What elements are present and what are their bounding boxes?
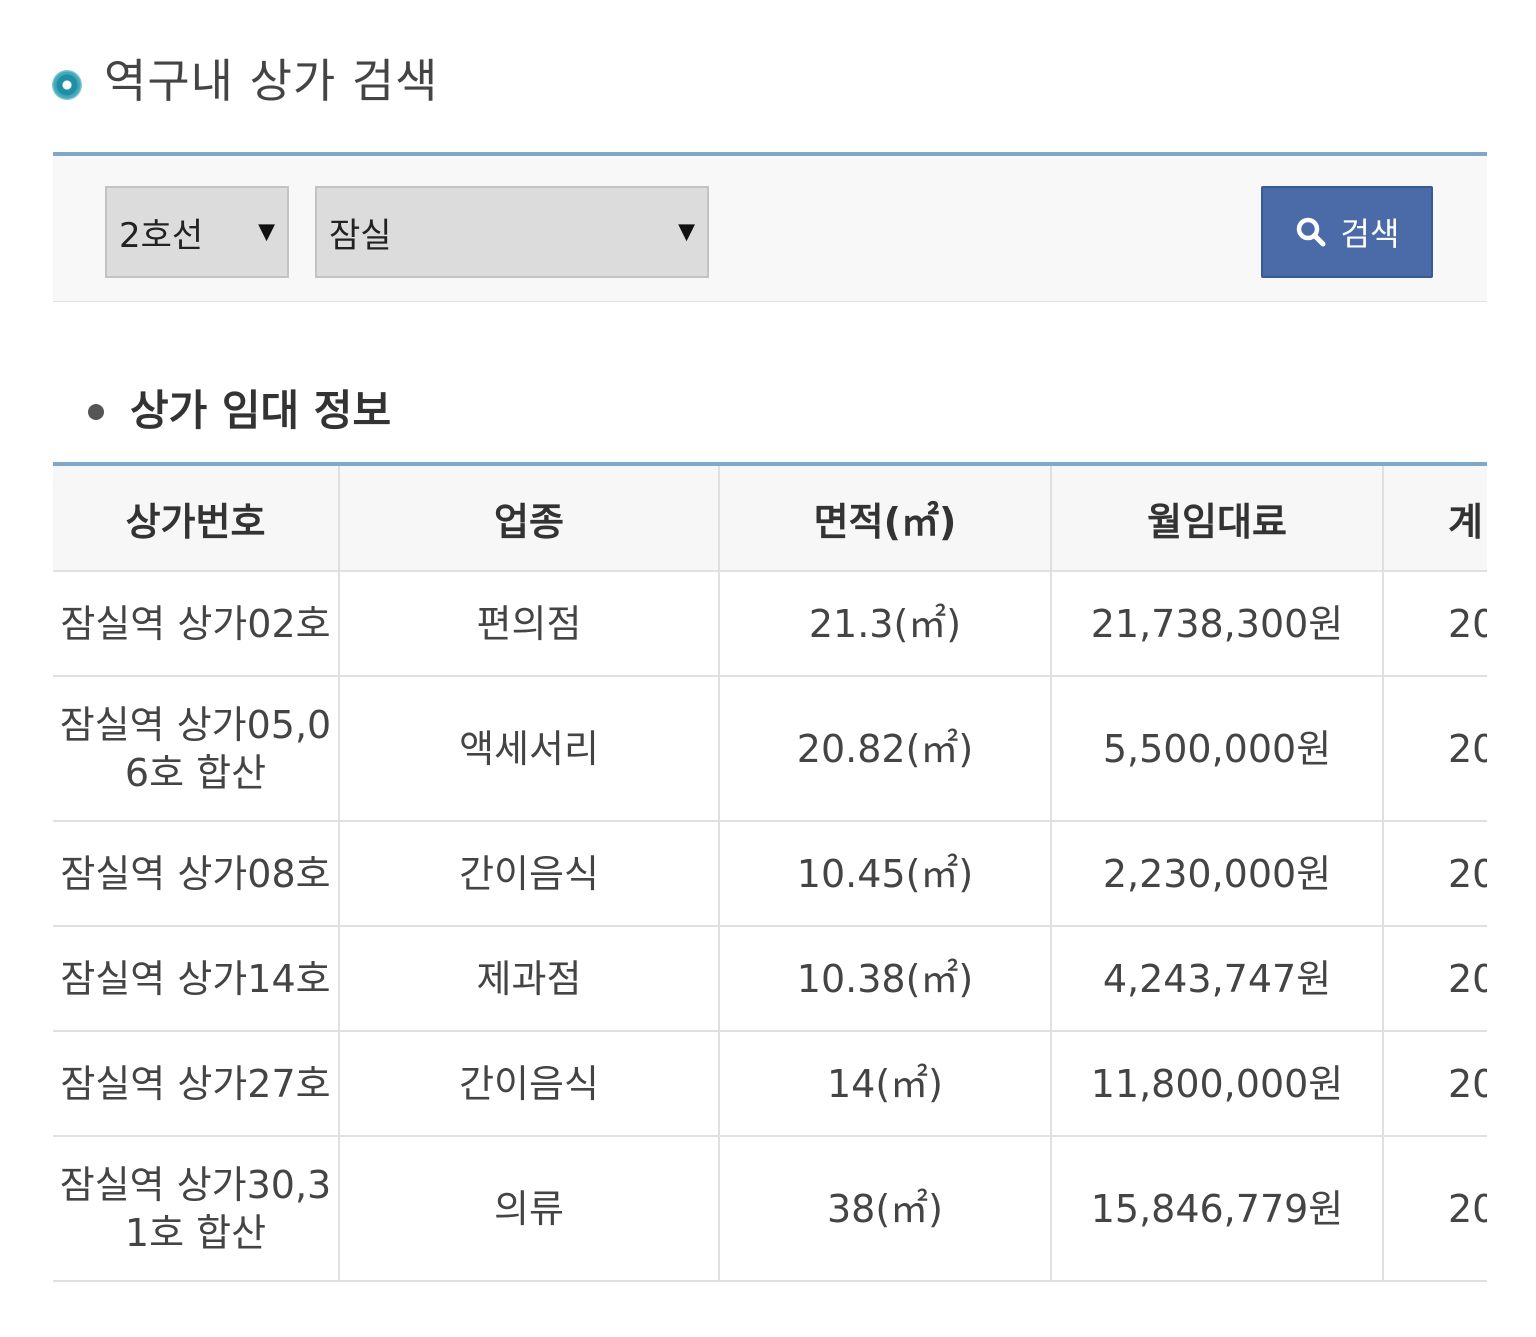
table-row: 잠실역 상가27호 간이음식 14(㎡) 11,800,000원 20	[53, 1031, 1487, 1137]
caret-down-icon: ▼	[678, 219, 695, 245]
table-header-row: 상가번호 업종 면적(㎡) 월임대료 계	[53, 464, 1487, 572]
search-icon	[1296, 217, 1326, 247]
column-header-area: 면적(㎡)	[719, 464, 1052, 572]
cell-area: 10.45(㎡)	[719, 821, 1052, 927]
search-button[interactable]: 검색	[1261, 186, 1433, 278]
ring-bullet-icon	[52, 70, 82, 100]
cell-area: 10.38(㎡)	[719, 926, 1052, 1032]
table-row: 잠실역 상가14호 제과점 10.38(㎡) 4,243,747원 20	[53, 926, 1487, 1032]
table-row: 잠실역 상가30,31호 합산 의류 38(㎡) 15,846,779원 20	[53, 1136, 1487, 1282]
line-select-value: 2호선	[119, 215, 204, 256]
table-row: 잠실역 상가08호 간이음식 10.45(㎡) 2,230,000원 20	[53, 821, 1487, 927]
lease-table-container: 상가번호 업종 면적(㎡) 월임대료 계 잠실역 상가02호 편의점 21.3(…	[53, 462, 1487, 1292]
cell-business-type: 간이음식	[339, 1031, 720, 1137]
cell-business-type: 액세서리	[339, 676, 720, 822]
search-panel: 2호선 ▼ 잠실 ▼ 검색	[53, 152, 1487, 302]
cell-area: 14(㎡)	[719, 1031, 1052, 1137]
cell-contract: 20	[1383, 1136, 1487, 1282]
cell-contract: 20	[1383, 1031, 1487, 1137]
cell-area: 38(㎡)	[719, 1136, 1052, 1282]
cell-shop-number: 잠실역 상가30,31호 합산	[53, 1136, 340, 1282]
cell-monthly-rent: 15,846,779원	[1051, 1136, 1384, 1282]
cell-shop-number: 잠실역 상가08호	[53, 821, 340, 927]
cell-monthly-rent: 5,500,000원	[1051, 676, 1384, 822]
cell-area: 20.82(㎡)	[719, 676, 1052, 822]
dot-bullet-icon	[88, 404, 104, 420]
station-select[interactable]: 잠실 ▼	[315, 186, 709, 278]
cell-shop-number: 잠실역 상가05,06호 합산	[53, 676, 340, 822]
column-header-monthly-rent: 월임대료	[1051, 464, 1384, 572]
cell-monthly-rent: 21,738,300원	[1051, 571, 1384, 677]
cell-business-type: 제과점	[339, 926, 720, 1032]
cell-contract: 20	[1383, 821, 1487, 927]
cell-area: 21.3(㎡)	[719, 571, 1052, 677]
cell-business-type: 편의점	[339, 571, 720, 677]
cell-contract: 20	[1383, 926, 1487, 1032]
cell-contract: 20	[1383, 571, 1487, 677]
cell-shop-number: 잠실역 상가14호	[53, 926, 340, 1032]
lease-section-heading: 상가 임대 정보	[88, 372, 391, 442]
search-section-heading: 역구내 상가 검색	[52, 48, 438, 108]
cell-contract: 20	[1383, 676, 1487, 822]
station-select-value: 잠실	[329, 215, 392, 256]
cell-monthly-rent: 2,230,000원	[1051, 821, 1384, 927]
search-section-title: 역구내 상가 검색	[104, 54, 439, 108]
column-header-shop-number: 상가번호	[53, 464, 340, 572]
search-button-label: 검색	[1340, 215, 1400, 253]
cell-shop-number: 잠실역 상가02호	[53, 571, 340, 677]
cell-monthly-rent: 4,243,747원	[1051, 926, 1384, 1032]
cell-business-type: 의류	[339, 1136, 720, 1282]
caret-down-icon: ▼	[258, 219, 275, 245]
cell-shop-number: 잠실역 상가27호	[53, 1031, 340, 1137]
lease-table: 상가번호 업종 면적(㎡) 월임대료 계 잠실역 상가02호 편의점 21.3(…	[53, 462, 1487, 1282]
cell-monthly-rent: 11,800,000원	[1051, 1031, 1384, 1137]
line-select[interactable]: 2호선 ▼	[105, 186, 289, 278]
column-header-business-type: 업종	[339, 464, 720, 572]
cell-business-type: 간이음식	[339, 821, 720, 927]
lease-section-title: 상가 임대 정보	[130, 385, 392, 435]
table-row: 잠실역 상가05,06호 합산 액세서리 20.82(㎡) 5,500,000원…	[53, 676, 1487, 822]
column-header-contract: 계	[1383, 464, 1487, 572]
table-row: 잠실역 상가02호 편의점 21.3(㎡) 21,738,300원 20	[53, 571, 1487, 677]
